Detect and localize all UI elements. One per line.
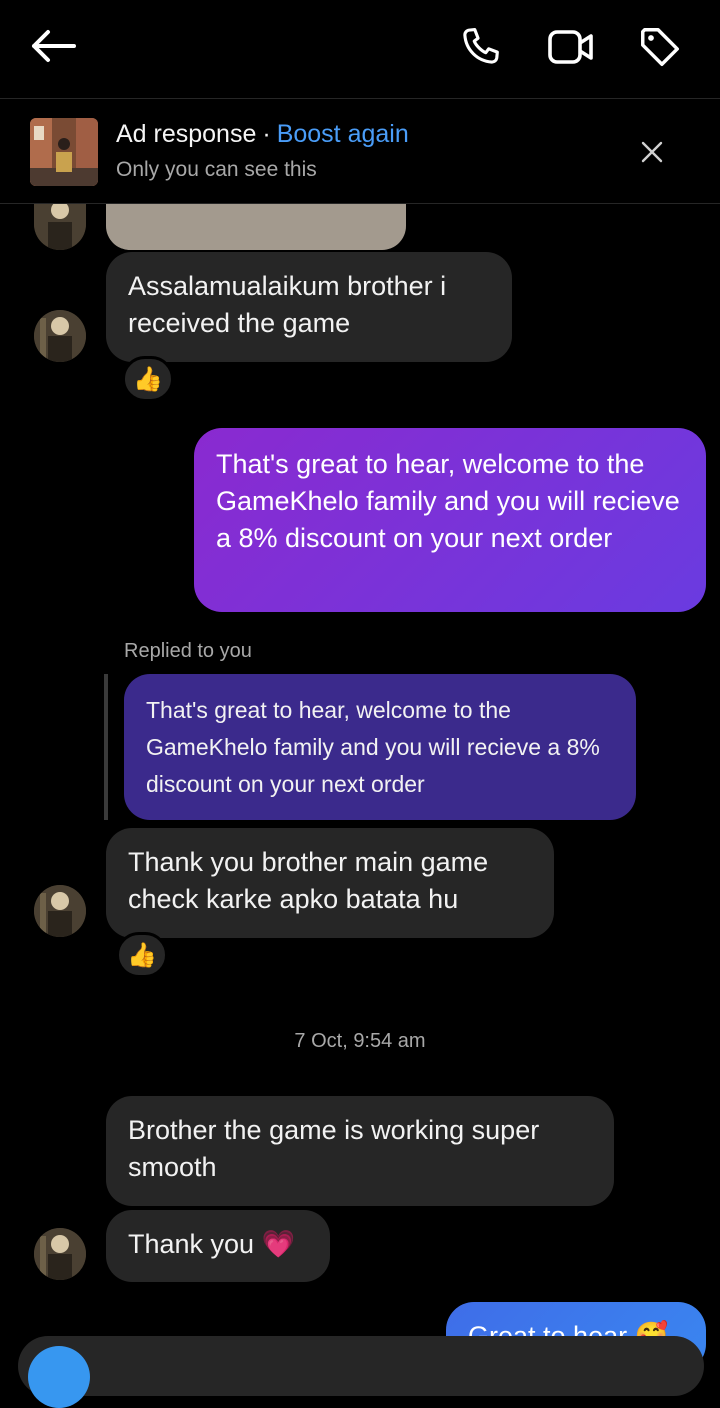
message-bubble-incoming[interactable]: Thank you brother main game check karke … [106,828,554,938]
message-bubble-outgoing[interactable]: That's great to hear, welcome to the Gam… [194,428,706,612]
tag-icon[interactable] [634,22,686,72]
message-bubble-incoming[interactable]: Thank you 💗 [106,1210,330,1282]
top-bar [0,0,720,98]
reply-indicator-bar [104,674,108,820]
message-bubble-incoming[interactable]: Assalamualaikum brother i received the g… [106,252,512,362]
ad-subtitle: Only you can see this [116,158,317,181]
reply-quote-bubble[interactable]: That's great to hear, welcome to the Gam… [124,674,636,820]
message-composer[interactable] [18,1336,704,1396]
reaction-thumbs-up[interactable]: 👍 [116,932,168,978]
camera-button-icon[interactable] [28,1346,90,1408]
timestamp: 7 Oct, 9:54 am [294,1030,426,1052]
ad-title-row: Ad response · Boost again [116,120,409,149]
message-bubble-incoming[interactable]: Brother the game is working super smooth [106,1096,614,1206]
reaction-thumbs-up[interactable]: 👍 [122,356,174,402]
avatar[interactable] [34,885,86,937]
image-message-preview[interactable] [106,204,406,250]
avatar[interactable] [34,310,86,362]
close-icon[interactable] [636,136,668,168]
ad-thumbnail-image[interactable] [30,118,98,186]
boost-again-link[interactable]: Boost again [277,120,409,148]
avatar[interactable] [34,1228,86,1280]
phone-icon[interactable] [456,22,506,72]
back-arrow-icon[interactable] [26,22,80,70]
ad-response-banner [0,99,720,203]
replied-to-you-label: Replied to you [124,640,252,662]
video-camera-icon[interactable] [544,22,598,72]
ad-separator: · [262,120,271,148]
avatar[interactable] [34,204,86,250]
ad-title: Ad response [116,120,257,148]
